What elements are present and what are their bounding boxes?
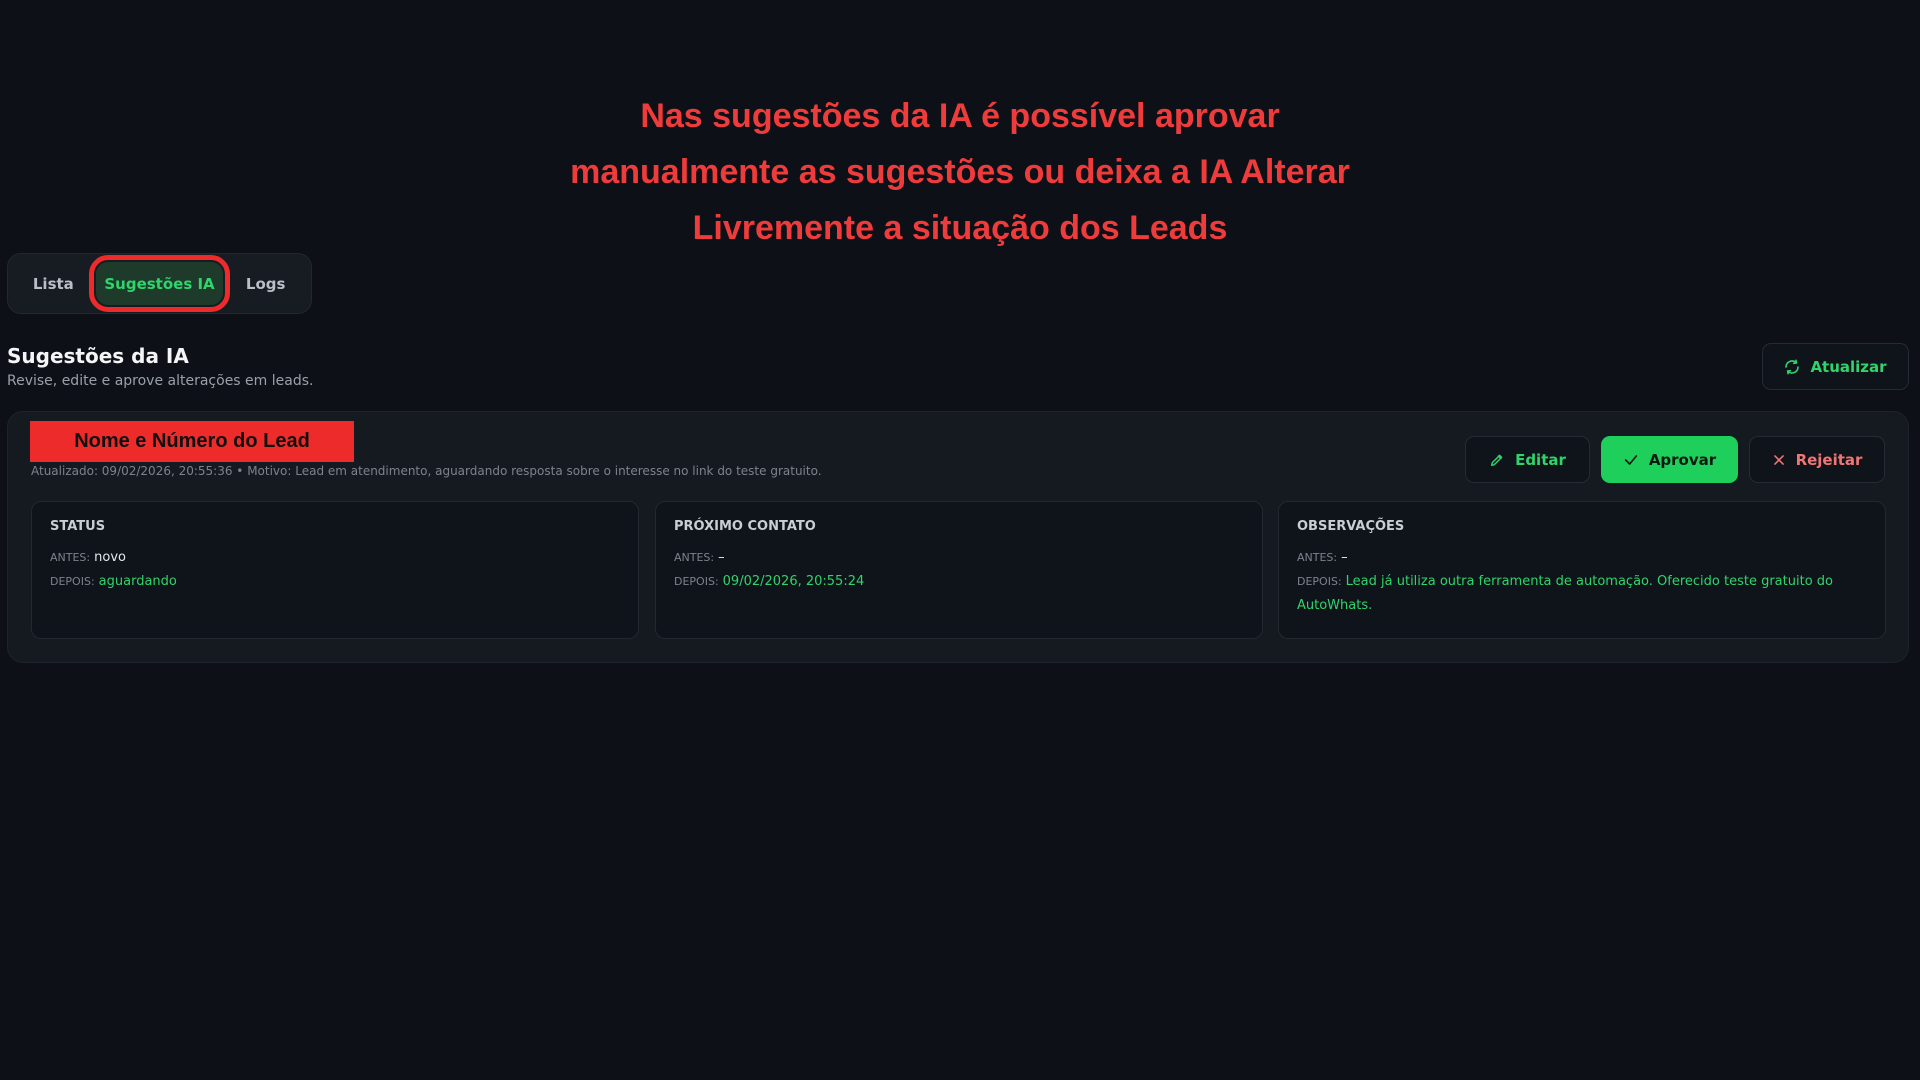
after-label: DEPOIS: xyxy=(1297,575,1342,588)
field-observacoes: OBSERVAÇÕES ANTES: – DEPOIS: Lead já utili… xyxy=(1278,501,1886,639)
section-subtitle: Revise, edite e aprove alterações em lea… xyxy=(7,373,314,389)
field-title: STATUS xyxy=(50,519,106,534)
refresh-icon xyxy=(1784,359,1800,375)
field-after: DEPOIS: 09/02/2026, 20:55:24 xyxy=(674,570,1244,594)
tab-bar: Lista Sugestões IA Logs xyxy=(7,253,312,314)
before-label: ANTES: xyxy=(1297,551,1338,564)
field-after: DEPOIS: Lead já utiliza outra ferramenta … xyxy=(1297,570,1867,618)
after-value: Lead já utiliza outra ferramenta de auto… xyxy=(1297,574,1833,613)
suggestion-card: Nome e Número do Lead Atualizado: 09/02/… xyxy=(7,411,1909,663)
check-icon xyxy=(1623,452,1639,468)
field-before: ANTES: – xyxy=(1297,546,1867,570)
edit-button[interactable]: Editar xyxy=(1465,436,1590,483)
tab-lista[interactable]: Lista xyxy=(17,262,90,305)
refresh-button[interactable]: Atualizar xyxy=(1762,343,1909,390)
section-title: Sugestões da IA xyxy=(7,344,189,368)
refresh-button-label: Atualizar xyxy=(1810,357,1887,376)
tab-sugestoes-ia[interactable]: Sugestões IA xyxy=(88,255,231,312)
reject-button-label: Rejeitar xyxy=(1795,450,1863,469)
before-value: novo xyxy=(94,550,126,565)
field-before: ANTES: – xyxy=(674,546,1244,570)
approve-button[interactable]: Aprovar xyxy=(1601,436,1738,483)
field-title: PRÓXIMO CONTATO xyxy=(674,519,816,534)
lead-name-label: Nome e Número do Lead xyxy=(30,421,354,462)
field-after: DEPOIS: aguardando xyxy=(50,570,620,594)
after-value: 09/02/2026, 20:55:24 xyxy=(722,574,865,589)
tab-logs[interactable]: Logs xyxy=(229,262,302,305)
approve-button-label: Aprovar xyxy=(1648,450,1717,469)
field-proximo-contato: PRÓXIMO CONTATO ANTES: – DEPOIS: 09/02/202… xyxy=(655,501,1263,639)
field-title: OBSERVAÇÕES xyxy=(1297,519,1405,534)
after-label: DEPOIS: xyxy=(50,575,95,588)
edit-button-label: Editar xyxy=(1515,450,1566,469)
annotation-text: Nas sugestões da IA é possível aprovar m… xyxy=(0,88,1920,256)
before-value: – xyxy=(718,550,725,565)
field-status: STATUS ANTES: novo DEPOIS: aguardando xyxy=(31,501,639,639)
suggestion-meta: Atualizado: 09/02/2026, 20:55:36 • Motiv… xyxy=(31,464,822,478)
before-label: ANTES: xyxy=(50,551,91,564)
field-before: ANTES: novo xyxy=(50,546,620,570)
annotation-line-1: Nas sugestões da IA é possível aprovar xyxy=(640,97,1280,135)
after-label: DEPOIS: xyxy=(674,575,719,588)
close-icon xyxy=(1772,453,1786,467)
pencil-icon xyxy=(1489,452,1505,468)
annotation-line-3: Livremente a situação dos Leads xyxy=(692,209,1228,247)
before-label: ANTES: xyxy=(674,551,715,564)
after-value: aguardando xyxy=(98,574,177,589)
before-value: – xyxy=(1341,550,1348,565)
reject-button[interactable]: Rejeitar xyxy=(1749,436,1885,483)
annotation-line-2: manualmente as sugestões ou deixa a IA A… xyxy=(570,153,1350,191)
